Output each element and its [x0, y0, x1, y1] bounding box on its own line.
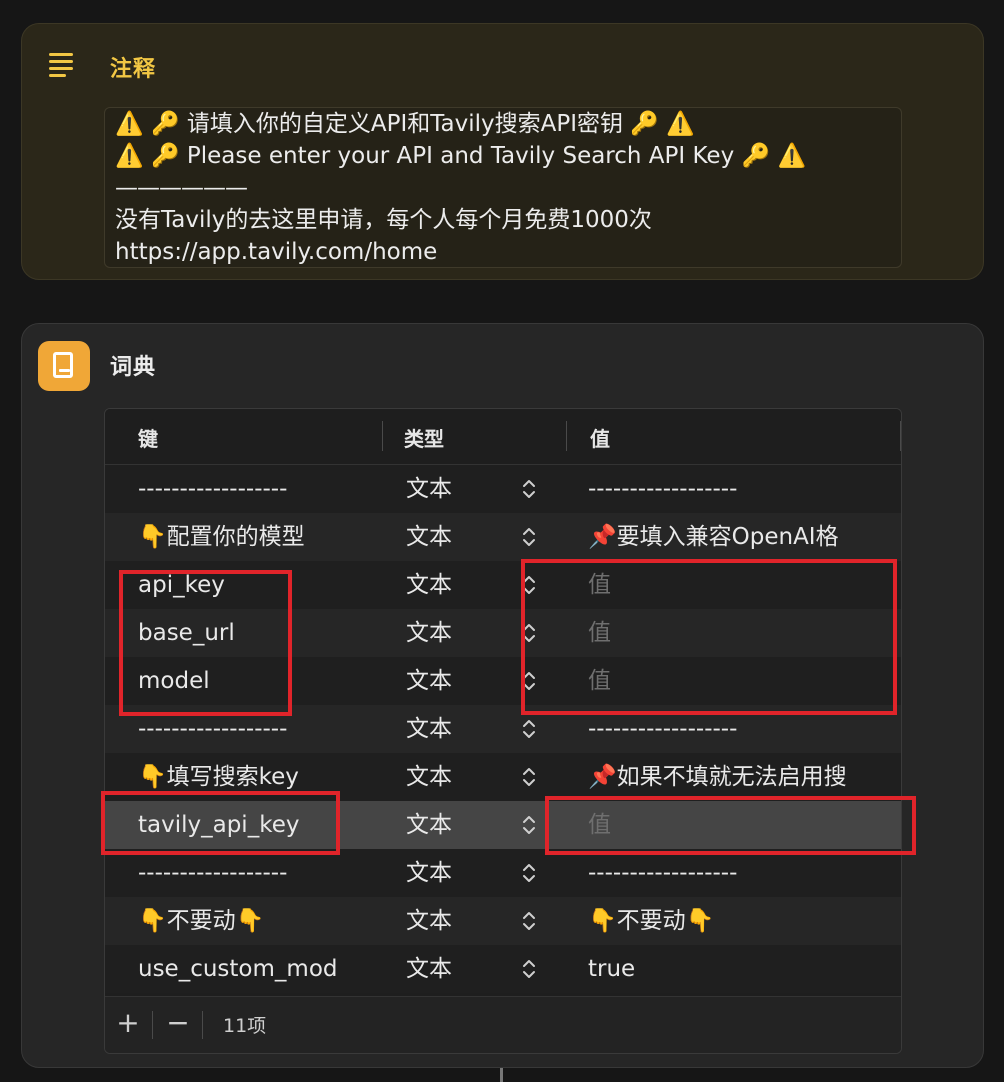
row-value-field[interactable]: 👇不要动👇: [588, 897, 898, 945]
row-value-field[interactable]: ------------------: [588, 465, 898, 513]
row-type-select[interactable]: 文本: [406, 705, 486, 753]
footer-divider: [152, 1011, 153, 1039]
comment-line: ⚠️ 🔑 请填入你的自定义API和Tavily搜索API密钥 🔑 ⚠️: [115, 111, 695, 137]
table-footer: + − 11项: [105, 996, 901, 1053]
comment-card: 注释 ⚠️ 🔑 请填入你的自定义API和Tavily搜索API密钥 🔑 ⚠️ ⚠…: [21, 23, 984, 280]
highlight-box-tavily-value: [545, 796, 916, 855]
row-type-select[interactable]: 文本: [406, 513, 486, 561]
table-header: 键 类型 值: [105, 409, 901, 465]
row-type-select[interactable]: 文本: [406, 849, 486, 897]
highlight-box-tavily-key: [101, 791, 340, 855]
column-divider[interactable]: [566, 421, 567, 451]
remove-row-button[interactable]: −: [163, 1009, 193, 1039]
add-row-button[interactable]: +: [113, 1009, 143, 1039]
dictionary-table: 键 类型 值 ------------------ 文本 -------------…: [104, 408, 902, 1054]
footer-divider: [202, 1011, 203, 1039]
row-value-field[interactable]: true: [588, 945, 898, 993]
action-connector: [500, 1068, 503, 1082]
updown-chevron-icon[interactable]: [521, 897, 541, 945]
table-row[interactable]: use_custom_mod 文本 true: [105, 945, 901, 993]
updown-chevron-icon[interactable]: [521, 801, 541, 849]
row-key-field[interactable]: 👇不要动👇: [138, 897, 393, 945]
table-row[interactable]: ------------------ 文本 ------------------: [105, 849, 901, 897]
row-type-select[interactable]: 文本: [406, 657, 486, 705]
comment-url: https://app.tavily.com/home: [115, 239, 438, 265]
item-count: 11项: [223, 1015, 267, 1037]
column-header-key[interactable]: 键: [138, 423, 158, 452]
row-key-field[interactable]: ------------------: [138, 465, 393, 513]
row-type-select[interactable]: 文本: [406, 609, 486, 657]
row-key-field[interactable]: use_custom_mod: [138, 945, 393, 993]
row-value-field[interactable]: ------------------: [588, 849, 898, 897]
updown-chevron-icon[interactable]: [521, 465, 541, 513]
column-header-value[interactable]: 值: [590, 423, 610, 452]
highlight-box-values: [521, 559, 897, 715]
row-value-field[interactable]: 📌如果不填就无法启用搜: [588, 753, 898, 801]
updown-chevron-icon[interactable]: [521, 753, 541, 801]
table-body: ------------------ 文本 ------------------ 👇配…: [105, 465, 901, 993]
row-key-field[interactable]: 👇配置你的模型: [138, 513, 393, 561]
comment-line: 没有Tavily的去这里申请，每个人每个月免费1000次: [115, 207, 652, 233]
book-icon: [38, 341, 90, 391]
table-row[interactable]: ------------------ 文本 ------------------: [105, 465, 901, 513]
text-lines-icon: [49, 53, 75, 77]
column-divider[interactable]: [382, 421, 383, 451]
row-type-select[interactable]: 文本: [406, 465, 486, 513]
row-type-select[interactable]: 文本: [406, 897, 486, 945]
dictionary-title: 词典: [110, 355, 157, 380]
comment-text-field[interactable]: ⚠️ 🔑 请填入你的自定义API和Tavily搜索API密钥 🔑 ⚠️ ⚠️ 🔑…: [104, 107, 902, 268]
row-type-select[interactable]: 文本: [406, 801, 486, 849]
comment-line: ⚠️ 🔑 Please enter your API and Tavily Se…: [115, 143, 807, 169]
highlight-box-keys: [119, 570, 292, 716]
table-row[interactable]: 👇配置你的模型 文本 📌要填入兼容OpenAI格: [105, 513, 901, 561]
updown-chevron-icon[interactable]: [521, 945, 541, 993]
row-value-field[interactable]: 📌要填入兼容OpenAI格: [588, 513, 898, 561]
row-type-select[interactable]: 文本: [406, 945, 486, 993]
column-divider[interactable]: [900, 421, 901, 451]
updown-chevron-icon[interactable]: [521, 849, 541, 897]
comment-line: ——————: [115, 175, 248, 201]
column-header-type[interactable]: 类型: [404, 423, 444, 452]
updown-chevron-icon[interactable]: [521, 513, 541, 561]
comment-title: 注释: [110, 57, 157, 82]
row-type-select[interactable]: 文本: [406, 753, 486, 801]
row-type-select[interactable]: 文本: [406, 561, 486, 609]
row-key-field[interactable]: ------------------: [138, 849, 393, 897]
table-row[interactable]: 👇不要动👇 文本 👇不要动👇: [105, 897, 901, 945]
